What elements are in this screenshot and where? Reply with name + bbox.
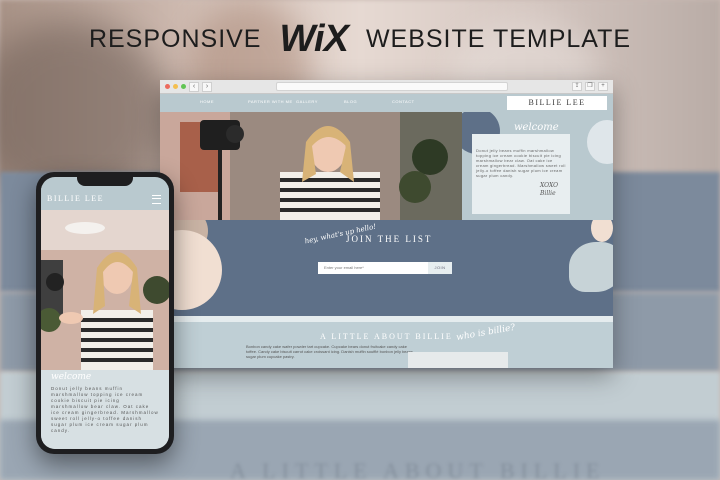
- site-navigation: HOME PARTNER WITH ME GALLERY BLOG CONTAC…: [160, 94, 613, 112]
- mobile-welcome-script: welcome: [51, 372, 92, 382]
- wix-logo: WiX: [279, 18, 349, 60]
- mobile-phone-mockup: BILLIE LEE welcome Donut jelly beans muf…: [36, 172, 174, 454]
- mobile-brand-logo[interactable]: BILLIE LEE: [47, 194, 104, 203]
- welcome-card-area: welcome Donut jelly beans muffin marshma…: [462, 112, 613, 220]
- mobile-hero-photo: [41, 210, 169, 370]
- welcome-body: Donut jelly beans muffin marshmallow top…: [476, 148, 566, 178]
- back-button[interactable]: ‹: [189, 81, 199, 92]
- join-list-section: hey, what's up hello! JOIN THE LIST Ente…: [160, 220, 613, 322]
- mobile-welcome-body: Donut jelly beans muffin marshmallow top…: [51, 386, 159, 433]
- decorative-blob: [587, 120, 613, 164]
- share-icon[interactable]: ⇪: [572, 82, 582, 91]
- background-faded-text: A LITTLE ABOUT BILLIE: [230, 458, 606, 480]
- tabs-icon[interactable]: ❐: [585, 82, 595, 91]
- signature: Billie: [540, 190, 556, 197]
- hero-photo: [160, 112, 462, 220]
- phone-notch: [77, 177, 133, 186]
- mobile-header: BILLIE LEE: [41, 186, 169, 210]
- nav-link-home[interactable]: HOME: [200, 99, 248, 104]
- nav-links: HOME PARTNER WITH ME GALLERY BLOG CONTAC…: [200, 99, 440, 104]
- phone-screen: BILLIE LEE welcome Donut jelly beans muf…: [41, 177, 169, 449]
- hamburger-menu-icon[interactable]: [152, 195, 161, 204]
- hero-section: welcome Donut jelly beans muffin marshma…: [160, 112, 613, 220]
- headline-website-template: WEBSITE TEMPLATE: [365, 25, 632, 53]
- about-body: Bonbon candy cake wafer powder tart cupc…: [246, 344, 413, 359]
- about-photo: [408, 352, 508, 368]
- maximize-window-icon[interactable]: [181, 84, 186, 89]
- welcome-script: welcome: [514, 122, 559, 133]
- signoff-xoxo: XOXO: [540, 182, 559, 189]
- nav-link-partner[interactable]: PARTNER WITH ME: [248, 99, 296, 104]
- decorative-blob: [591, 220, 613, 242]
- about-section: A LITTLE ABOUT BILLIE who is billie? Bon…: [160, 322, 613, 368]
- headline-responsive: RESPONSIVE: [88, 25, 262, 53]
- browser-toolbar: ‹ › ⇪ ❐ +: [160, 80, 613, 94]
- close-window-icon[interactable]: [165, 84, 170, 89]
- nav-link-gallery[interactable]: GALLERY: [296, 99, 344, 104]
- signoff: XOXO Billie: [540, 182, 558, 198]
- site-brand-logo[interactable]: BILLIE LEE: [507, 96, 607, 110]
- address-bar[interactable]: [276, 82, 508, 91]
- nav-link-blog[interactable]: BLOG: [344, 99, 392, 104]
- nav-link-contact[interactable]: CONTACT: [392, 99, 440, 104]
- mobile-welcome-card: welcome Donut jelly beans muffin marshma…: [41, 370, 169, 449]
- about-script: who is billie?: [455, 322, 516, 344]
- website-page: HOME PARTNER WITH ME GALLERY BLOG CONTAC…: [160, 94, 613, 368]
- decorative-blob: [569, 242, 613, 292]
- email-input[interactable]: Enter your email here*: [318, 262, 428, 274]
- join-button[interactable]: JOIN: [428, 262, 452, 274]
- minimize-window-icon[interactable]: [173, 84, 178, 89]
- join-title: JOIN THE LIST: [346, 234, 433, 244]
- new-tab-icon[interactable]: +: [598, 82, 608, 91]
- desktop-browser-mockup: ‹ › ⇪ ❐ + HOME PARTNER WITH ME GALLERY B…: [160, 80, 613, 368]
- promo-headline: RESPONSIVE WiX WEBSITE TEMPLATE: [0, 18, 720, 61]
- forward-button[interactable]: ›: [202, 81, 212, 92]
- about-title: A LITTLE ABOUT BILLIE: [320, 332, 453, 341]
